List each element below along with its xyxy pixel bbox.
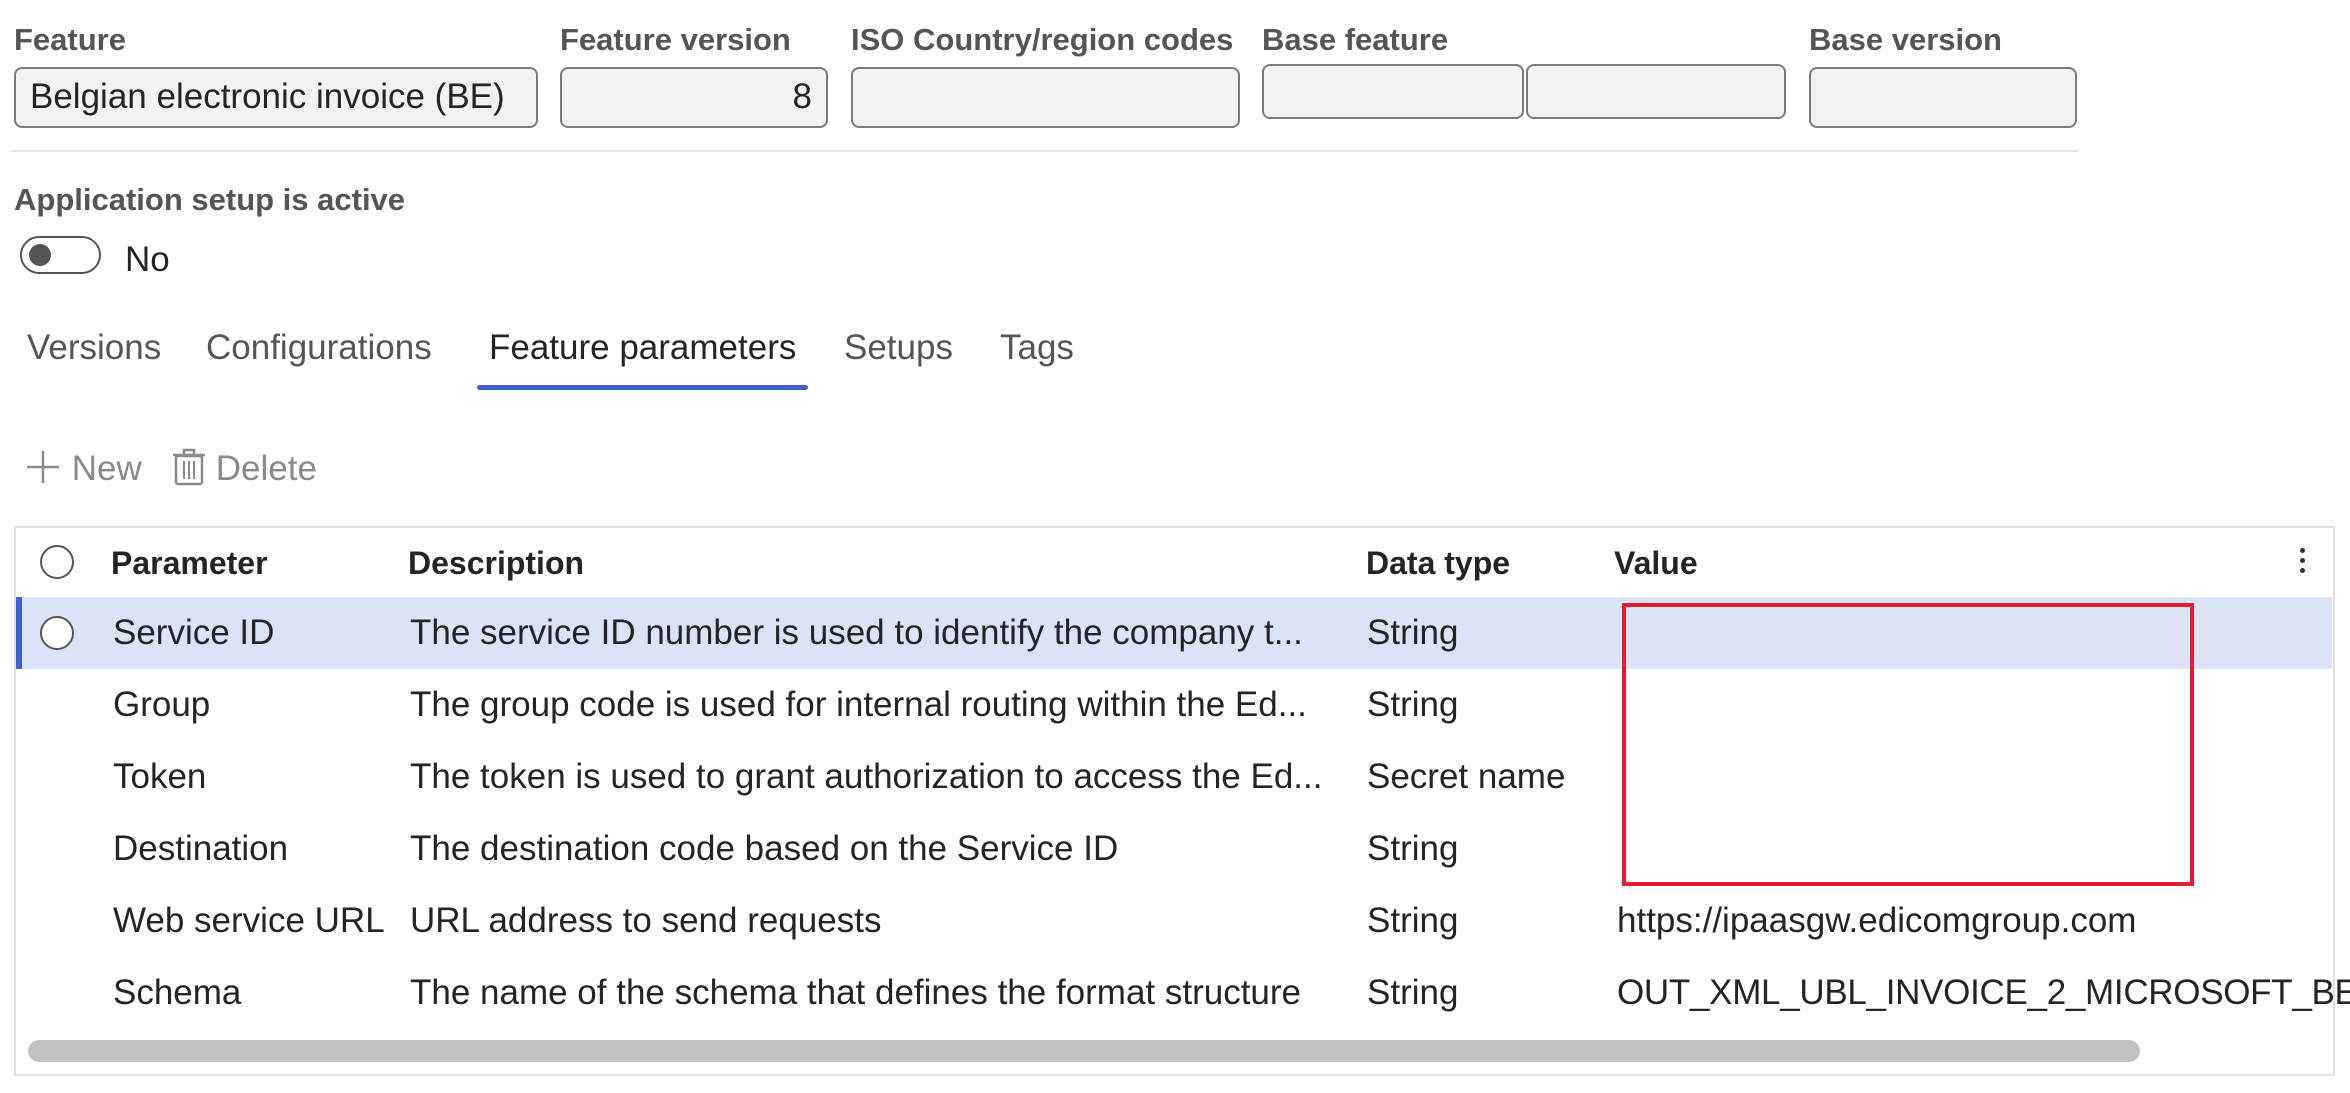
cell-data-type: String [1367, 613, 1459, 652]
cell-description: URL address to send requests [410, 901, 882, 940]
cell-data-type: Secret name [1367, 757, 1566, 796]
delete-button-label: Delete [215, 449, 317, 488]
tab-setups[interactable]: Setups [844, 328, 953, 368]
active-tab-indicator [477, 385, 808, 390]
base-version-field[interactable] [1809, 67, 2077, 128]
cell-parameter: Service ID [113, 613, 275, 652]
new-button-label: New [71, 449, 142, 488]
row-select-radio[interactable] [40, 616, 74, 650]
column-header-description[interactable]: Description [408, 545, 584, 582]
column-header-data-type[interactable]: Data type [1366, 545, 1510, 582]
trash-icon [173, 448, 205, 486]
base-version-label: Base version [1809, 22, 2002, 57]
feature-version-field[interactable]: 8 [560, 67, 828, 128]
app-setup-label: Application setup is active [14, 182, 406, 217]
cell-parameter: Token [113, 757, 207, 796]
base-feature-field[interactable] [1262, 64, 1524, 119]
feature-label: Feature [14, 22, 126, 57]
iso-codes-label: ISO Country/region codes [851, 22, 1234, 57]
table-row[interactable]: Schema The name of the schema that defin… [16, 957, 2350, 1029]
highlight-box [1622, 603, 2194, 886]
tab-configurations[interactable]: Configurations [206, 328, 432, 368]
feature-field[interactable]: Belgian electronic invoice (BE) [14, 67, 538, 128]
tab-versions[interactable]: Versions [27, 328, 161, 368]
cell-data-type: String [1367, 829, 1459, 868]
cell-value[interactable]: OUT_XML_UBL_INVOICE_2_MICROSOFT_BE [1617, 957, 2350, 1029]
table-row[interactable]: Web service URL URL address to send requ… [16, 885, 2332, 957]
cell-parameter: Group [113, 685, 211, 724]
cell-description: The service ID number is used to identif… [410, 613, 1303, 652]
cell-data-type: String [1367, 973, 1459, 1012]
tab-feature-parameters[interactable]: Feature parameters [489, 328, 796, 368]
tab-tags[interactable]: Tags [1000, 328, 1074, 368]
app-setup-toggle[interactable] [20, 236, 101, 274]
select-all-radio[interactable] [40, 545, 74, 579]
base-feature-label: Base feature [1262, 22, 1449, 57]
cell-parameter: Web service URL [113, 901, 385, 940]
cell-description: The name of the schema that defines the … [410, 973, 1302, 1012]
new-button[interactable]: New [24, 448, 142, 489]
plus-icon [27, 451, 59, 483]
selected-row-indicator [16, 597, 22, 669]
iso-codes-field[interactable] [851, 67, 1240, 128]
delete-button[interactable]: Delete [172, 448, 317, 489]
cell-data-type: String [1367, 901, 1459, 940]
cell-data-type: String [1367, 685, 1459, 724]
cell-description: The destination code based on the Servic… [410, 829, 1119, 868]
cell-description: The group code is used for internal rout… [410, 685, 1307, 724]
cell-parameter: Destination [113, 829, 289, 868]
column-header-value[interactable]: Value [1614, 545, 1698, 582]
header-divider [12, 150, 2078, 152]
cell-description: The token is used to grant authorization… [410, 757, 1323, 796]
cell-value[interactable]: https://ipaasgw.edicomgroup.com [1617, 885, 2136, 957]
cell-parameter: Schema [113, 973, 242, 1012]
column-header-parameter[interactable]: Parameter [111, 545, 268, 582]
horizontal-scrollbar[interactable] [28, 1040, 2140, 1062]
feature-version-label: Feature version [560, 22, 791, 57]
base-feature-name-field[interactable] [1526, 64, 1786, 119]
more-options-icon[interactable] [2300, 548, 2306, 578]
app-setup-state: No [125, 240, 170, 279]
toggle-knob [29, 244, 51, 266]
